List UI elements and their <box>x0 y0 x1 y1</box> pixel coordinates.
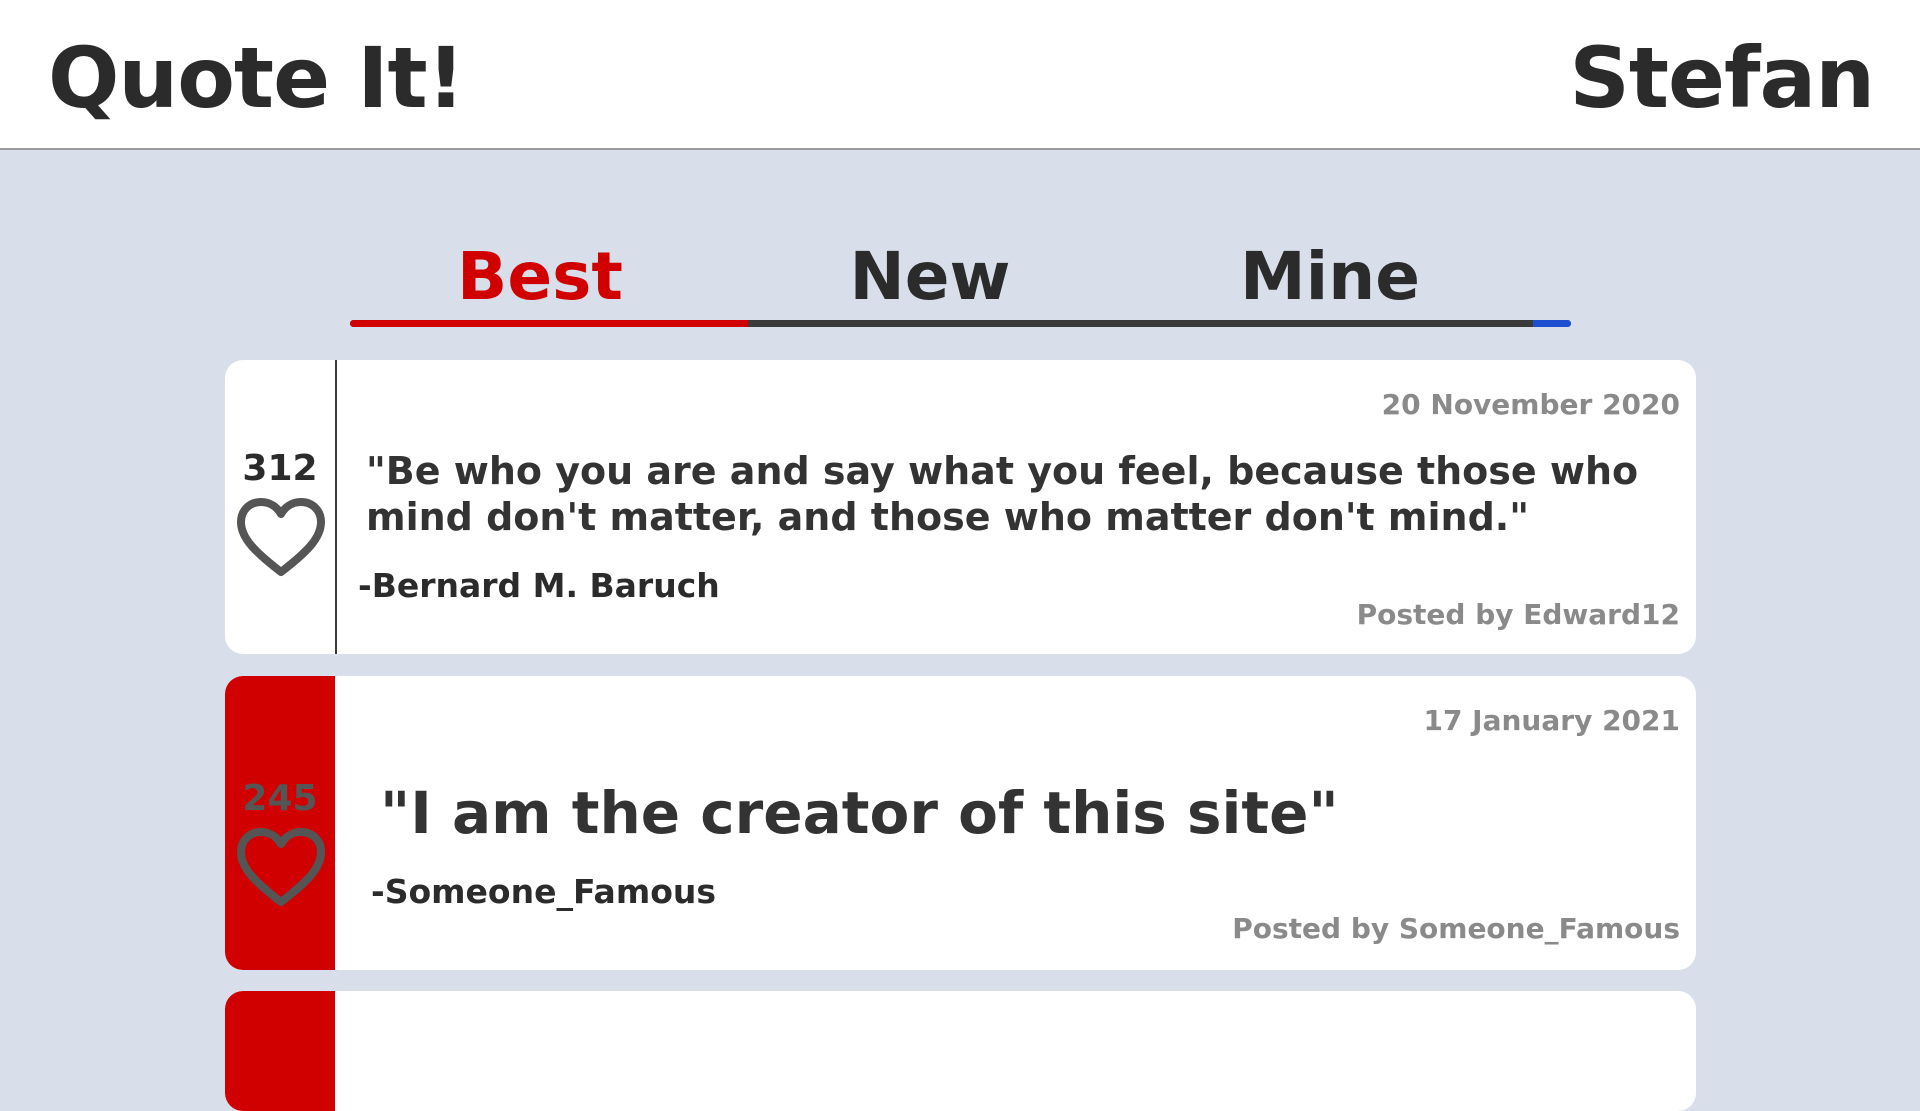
active-tab-indicator <box>350 320 748 327</box>
posted-by: Posted by Someone_Famous <box>1232 912 1680 945</box>
heart-outline-icon[interactable] <box>235 496 327 578</box>
quote-text: "Be who you are and say what you feel, b… <box>366 449 1639 539</box>
tab-new[interactable]: New <box>750 232 1110 322</box>
post-date: 17 January 2021 <box>1423 704 1680 737</box>
quote-card: 312 20 November 2020 "Be who you are and… <box>225 360 1696 654</box>
tab-best[interactable]: Best <box>350 232 730 322</box>
user-name[interactable]: Stefan <box>1569 28 1875 128</box>
app-title: Quote It! <box>48 29 465 127</box>
posted-by: Posted by Edward12 <box>1356 598 1680 631</box>
like-count: 312 <box>242 448 318 489</box>
quote-card <box>225 991 1696 1111</box>
tab-mine[interactable]: Mine <box>1130 232 1530 322</box>
vote-column <box>225 991 335 1111</box>
quote-text: "I am the creator of this site" <box>380 779 1339 847</box>
quote-author: -Bernard M. Baruch <box>358 566 720 605</box>
vote-column: 245 <box>225 676 335 970</box>
tab-track-end <box>1533 320 1571 327</box>
sort-tabs: Best New Mine <box>350 232 1571 328</box>
quote-author: -Someone_Famous <box>371 872 717 911</box>
vote-column: 312 <box>225 360 337 654</box>
post-date: 20 November 2020 <box>1381 388 1680 421</box>
heart-outline-icon[interactable] <box>235 826 327 908</box>
like-count: 245 <box>242 778 318 819</box>
app-header: Quote It! Stefan <box>0 0 1920 150</box>
quote-card: 245 17 January 2021 "I am the creator of… <box>225 676 1696 970</box>
tab-track <box>350 320 1571 327</box>
